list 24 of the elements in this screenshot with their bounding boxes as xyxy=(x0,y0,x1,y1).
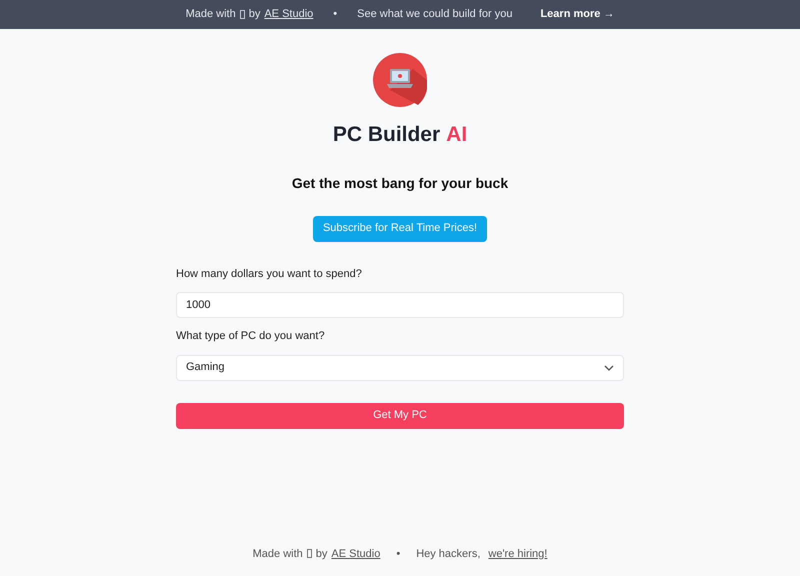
hiring-link[interactable]: we're hiring! xyxy=(488,546,548,562)
studio-link[interactable]: AE Studio xyxy=(264,6,314,23)
separator-dot: • xyxy=(396,546,400,562)
app-title-accent: AI xyxy=(446,122,468,148)
app-title: PC Builder xyxy=(332,122,440,148)
banner-text: Made with xyxy=(186,7,236,22)
budget-label: How many dollars you want to spend? xyxy=(176,266,363,282)
footer-text: Hey hackers, xyxy=(416,546,480,562)
chevron-down-icon xyxy=(604,364,614,370)
studio-link[interactable]: AE Studio xyxy=(331,546,380,562)
tagline: Get the most bang for your buck xyxy=(292,174,508,193)
banner-text: by xyxy=(248,7,260,22)
pc-type-label: What type of PC do you want? xyxy=(176,329,326,344)
pc-type-select[interactable]: Gaming xyxy=(176,354,624,380)
glyph-box-icon xyxy=(240,10,245,19)
footer-text: by xyxy=(316,546,328,562)
separator-dot: • xyxy=(333,7,338,22)
budget-field[interactable]: 1000 xyxy=(176,292,624,318)
learn-more-link[interactable]: Learn more → xyxy=(540,6,614,23)
glyph-box-icon xyxy=(306,549,312,558)
footer-text: Made with xyxy=(252,546,303,562)
laptop-logo-icon xyxy=(373,53,427,107)
banner-pitch: See what we could build for you xyxy=(357,7,512,22)
get-pc-button[interactable]: Get My PC xyxy=(176,402,624,428)
